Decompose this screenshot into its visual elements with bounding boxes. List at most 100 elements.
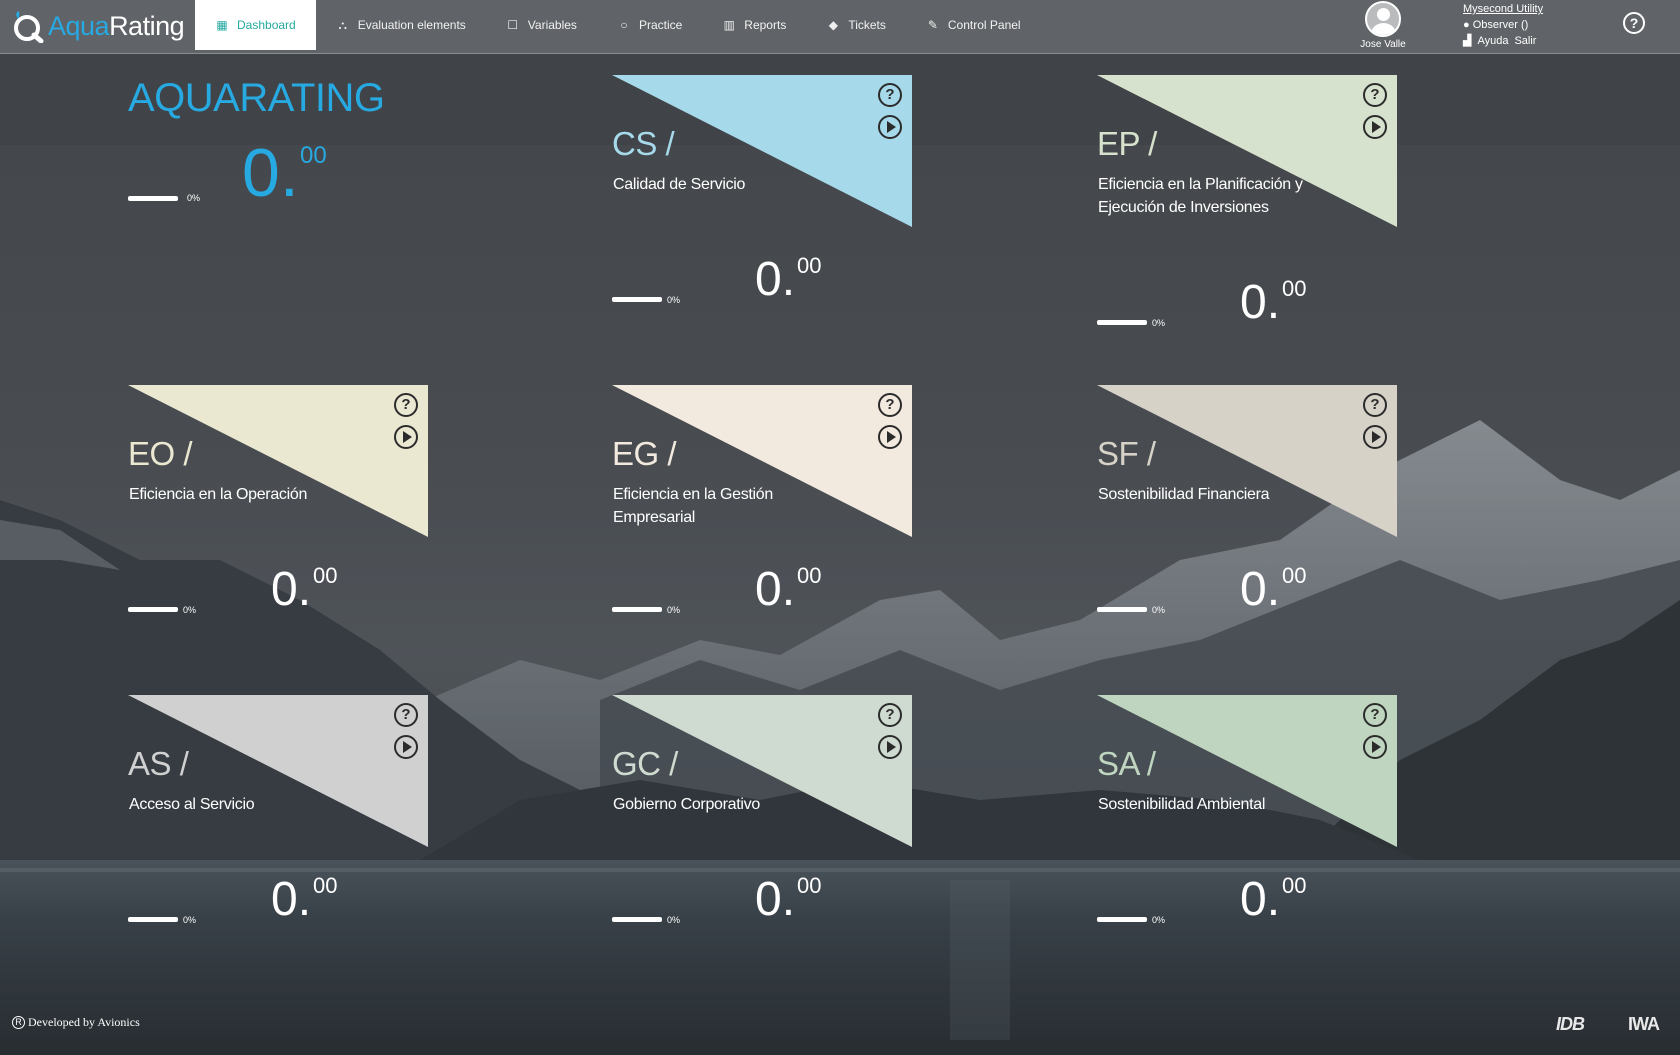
indicator-card-as: ? AS / Acceso al Servicio 0. 00 0% bbox=[128, 695, 428, 995]
help-question-icon[interactable]: ? bbox=[878, 83, 902, 107]
app-logo[interactable]: AquaRating bbox=[10, 6, 185, 46]
play-icon[interactable] bbox=[394, 425, 418, 449]
card-code: EP / bbox=[1097, 125, 1157, 162]
card-score: 0. 00 bbox=[755, 253, 821, 306]
help-link[interactable]: Ayuda bbox=[1477, 33, 1508, 49]
user-avatar-icon bbox=[1365, 1, 1401, 37]
nav-item-reports[interactable]: ▥ Reports bbox=[702, 0, 806, 50]
card-progress-percent: 0% bbox=[667, 915, 681, 925]
user-profile[interactable]: Jose Valle bbox=[1350, 1, 1416, 50]
card-name: Sostenibilidad Financiera bbox=[1098, 486, 1270, 503]
nav-item-label: Practice bbox=[638, 18, 683, 32]
card-progress-bar bbox=[1097, 607, 1147, 612]
help-question-icon[interactable]: ? bbox=[878, 393, 902, 417]
card-progress-bar bbox=[128, 917, 178, 922]
help-question-icon[interactable]: ? bbox=[394, 393, 418, 417]
developer-credit: R Developed by Avionics bbox=[12, 1015, 140, 1030]
user-name: Jose Valle bbox=[1360, 39, 1406, 50]
card-score-integer: 0. bbox=[1240, 563, 1281, 616]
card-score: 0. 00 bbox=[1240, 873, 1306, 925]
card-progress-percent: 0% bbox=[1152, 915, 1166, 925]
top-navigation-bar: AquaRating ▦ Dashboard ⛬ Evaluation element… bbox=[0, 0, 1680, 54]
card-progress-bar bbox=[1097, 917, 1147, 922]
card-name: Eficiencia en la Operación bbox=[129, 486, 308, 503]
card-progress-percent: 0% bbox=[183, 915, 197, 925]
help-question-icon[interactable]: ? bbox=[1363, 703, 1387, 727]
card-progress-bar bbox=[612, 917, 662, 922]
card-score: 0. 00 bbox=[755, 563, 821, 616]
card-progress-percent: 0% bbox=[1152, 605, 1166, 615]
nav-item-label: Tickets bbox=[848, 18, 886, 32]
nav-item-practice[interactable]: ○ Practice bbox=[597, 0, 702, 50]
aquarating-logo-icon bbox=[14, 11, 44, 43]
play-icon[interactable] bbox=[1363, 115, 1387, 139]
app-logo-text: AquaRating bbox=[48, 10, 185, 41]
card-score: 0. 00 bbox=[755, 873, 821, 925]
utility-name-link[interactable]: Mysecond Utility bbox=[1463, 1, 1543, 17]
nav-item-label: Reports bbox=[744, 18, 787, 32]
nav-item-control-panel[interactable]: ✎ Control Panel bbox=[906, 0, 1041, 50]
nav-item-label: Evaluation elements bbox=[357, 18, 466, 32]
card-score-integer: 0. bbox=[755, 253, 796, 306]
indicator-card-eo: ? EO / Eficiencia en la Operación 0. 00 … bbox=[128, 385, 428, 685]
card-score-integer: 0. bbox=[271, 873, 312, 926]
square-icon: ☐ bbox=[507, 18, 519, 32]
card-progress-bar bbox=[128, 607, 178, 612]
card-score-decimal: 00 bbox=[1282, 276, 1307, 301]
card-code: GC / bbox=[612, 745, 678, 782]
indicator-card-ep: ? EP / Eficiencia en la Planificación y … bbox=[1097, 75, 1397, 375]
card-name: Gobierno Corporativo bbox=[613, 796, 760, 813]
overall-score-decimal: 00 bbox=[300, 142, 327, 169]
indicator-card-eg: ? EG / Eficiencia en la Gestión Empresar… bbox=[612, 385, 912, 685]
help-question-icon[interactable]: ? bbox=[1623, 12, 1645, 34]
card-name: Sostenibilidad Ambiental bbox=[1098, 796, 1266, 813]
card-score: 0. 00 bbox=[1240, 563, 1306, 616]
card-score-integer: 0. bbox=[1240, 276, 1281, 329]
overall-progress-bar bbox=[128, 196, 178, 201]
card-score-decimal: 00 bbox=[797, 873, 822, 898]
card-code: EO / bbox=[128, 435, 193, 472]
card-progress-bar bbox=[612, 297, 662, 302]
card-score-decimal: 00 bbox=[1282, 563, 1307, 588]
idb-logo: IDB bbox=[1556, 1014, 1585, 1034]
circle-icon: ○ bbox=[620, 18, 628, 32]
indicator-card-gc: ? GC / Gobierno Corporativo 0. 00 0% bbox=[612, 695, 912, 995]
indicator-card-sa: ? SA / Sostenibilidad Ambiental 0. 00 0% bbox=[1097, 695, 1397, 995]
nav-item-tickets[interactable]: ◆ Tickets bbox=[806, 0, 906, 50]
logout-link[interactable]: Salir bbox=[1514, 33, 1536, 49]
card-progress-percent: 0% bbox=[667, 605, 681, 615]
help-question-icon[interactable]: ? bbox=[1363, 83, 1387, 107]
nav-item-dashboard[interactable]: ▦ Dashboard bbox=[195, 0, 316, 50]
help-question-icon[interactable]: ? bbox=[1363, 393, 1387, 417]
card-score-decimal: 00 bbox=[797, 563, 822, 588]
card-score-decimal: 00 bbox=[313, 563, 338, 588]
card-score-integer: 0. bbox=[755, 563, 796, 616]
help-question-icon[interactable]: ? bbox=[394, 703, 418, 727]
tag-icon: ◆ bbox=[828, 18, 838, 32]
play-icon[interactable] bbox=[878, 735, 902, 759]
nav-item-evaluation-elements[interactable]: ⛬ Evaluation elements bbox=[316, 0, 486, 50]
card-name: Eficiencia en la Planificación y Ejecuci… bbox=[1098, 176, 1303, 216]
play-icon[interactable] bbox=[878, 425, 902, 449]
card-score: 0. 00 bbox=[271, 873, 337, 926]
card-progress-percent: 0% bbox=[183, 605, 197, 615]
nav-item-label: Dashboard bbox=[237, 18, 296, 32]
play-icon[interactable] bbox=[394, 735, 418, 759]
nav-item-variables[interactable]: ☐ Variables bbox=[486, 0, 597, 50]
card-score-decimal: 00 bbox=[1282, 873, 1307, 898]
help-question-icon[interactable]: ? bbox=[878, 703, 902, 727]
overall-score-integer: 0. bbox=[242, 135, 299, 211]
play-icon[interactable] bbox=[878, 115, 902, 139]
card-code: SF / bbox=[1097, 435, 1156, 472]
card-score-decimal: 00 bbox=[797, 253, 822, 278]
play-icon[interactable] bbox=[1363, 735, 1387, 759]
indicator-card-sf: ? SF / Sostenibilidad Financiera 0. 00 0… bbox=[1097, 385, 1397, 685]
overall-progress-percent: 0% bbox=[187, 193, 201, 203]
page-title: AQUARATING bbox=[128, 76, 385, 120]
iwa-logo: IWA bbox=[1628, 1014, 1660, 1034]
play-icon[interactable] bbox=[1363, 425, 1387, 449]
bar-chart-icon: ▥ bbox=[723, 18, 735, 32]
card-score-integer: 0. bbox=[271, 563, 312, 616]
grid-icon: ▦ bbox=[216, 18, 228, 32]
registered-icon: R bbox=[12, 1016, 25, 1029]
